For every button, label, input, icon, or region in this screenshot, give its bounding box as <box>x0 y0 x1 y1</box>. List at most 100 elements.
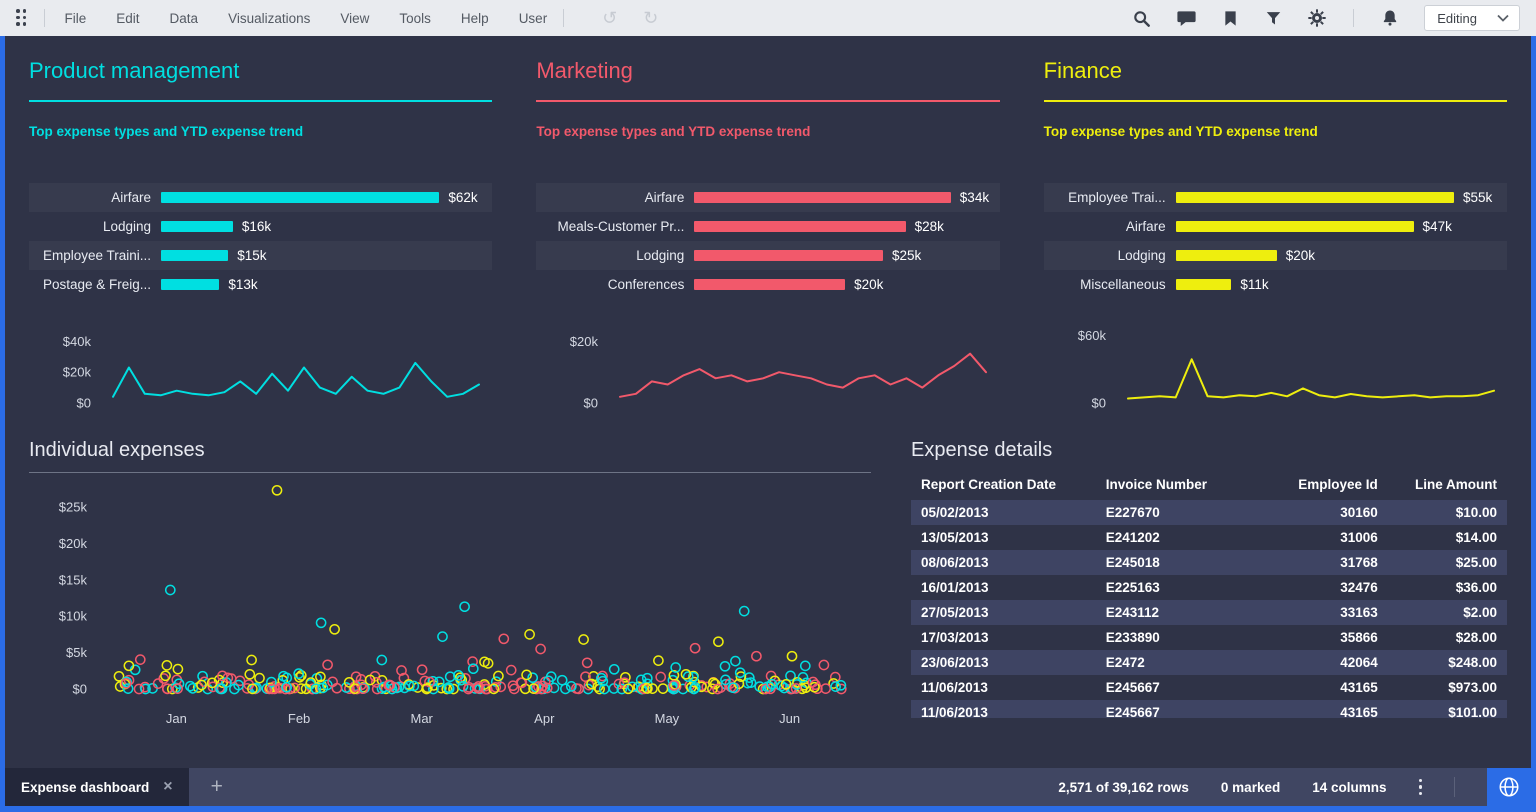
scatter-point[interactable] <box>134 684 143 693</box>
scatter-point[interactable] <box>245 670 254 679</box>
scatter-point[interactable] <box>162 661 171 670</box>
scatter-point[interactable] <box>136 655 145 664</box>
menu-edit[interactable]: Edit <box>116 11 139 26</box>
table-row[interactable]: 11/06/2013E24566743165$101.00 <box>911 700 1507 718</box>
scatter-point[interactable] <box>188 684 197 693</box>
bar[interactable] <box>694 279 845 290</box>
bar-row[interactable]: Meals-Customer Pr...$28k <box>536 212 999 241</box>
line-chart[interactable]: $20k$0 <box>536 319 996 415</box>
table-row[interactable]: 11/06/2013E24566743165$973.00 <box>911 675 1507 700</box>
scatter-point[interactable] <box>752 652 761 661</box>
scatter-point[interactable] <box>691 644 700 653</box>
bar-row[interactable]: Airfare$34k <box>536 183 999 212</box>
scatter-point[interactable] <box>819 660 828 669</box>
scatter-point[interactable] <box>247 655 256 664</box>
scatter-point[interactable] <box>438 632 447 641</box>
scatter-point[interactable] <box>561 684 570 693</box>
scatter-point[interactable] <box>583 658 592 667</box>
bar-row[interactable]: Lodging$20k <box>1044 241 1507 270</box>
menu-view[interactable]: View <box>340 11 369 26</box>
scatter-point[interactable] <box>740 607 749 616</box>
table-row[interactable]: 17/03/2013E23389035866$28.00 <box>911 625 1507 650</box>
scatter-point[interactable] <box>831 673 840 682</box>
notifications-icon[interactable] <box>1380 8 1400 28</box>
scatter-point[interactable] <box>536 644 545 653</box>
comments-icon[interactable] <box>1176 8 1197 29</box>
scatter-point[interactable] <box>801 661 810 670</box>
scatter-point[interactable] <box>809 677 818 686</box>
table-row[interactable]: 23/06/2013E247242064$248.00 <box>911 650 1507 675</box>
scatter-point[interactable] <box>610 665 619 674</box>
bar[interactable] <box>161 192 439 203</box>
undo-icon[interactable]: ↺ <box>602 8 617 29</box>
scatter-point[interactable] <box>787 652 796 661</box>
bar[interactable] <box>161 250 228 261</box>
bar[interactable] <box>1176 250 1277 261</box>
editing-dropdown[interactable]: Editing <box>1424 5 1520 31</box>
globe-box[interactable] <box>1487 768 1531 806</box>
scatter-point[interactable] <box>525 630 534 639</box>
column-header-invoice-number[interactable]: Invoice Number <box>1096 472 1263 500</box>
scatter-point[interactable] <box>161 671 170 680</box>
scatter-point[interactable] <box>507 666 516 675</box>
bar-row[interactable]: Miscellaneous$11k <box>1044 270 1507 299</box>
table-row[interactable]: 13/05/2013E24120231006$14.00 <box>911 525 1507 550</box>
scatter-point[interactable] <box>714 637 723 646</box>
bar[interactable] <box>694 192 950 203</box>
column-header-report-creation-date[interactable]: Report Creation Date <box>911 472 1096 500</box>
scatter-point[interactable] <box>508 681 517 690</box>
bar-row[interactable]: Airfare$62k <box>29 183 492 212</box>
scatter-point[interactable] <box>418 665 427 674</box>
redo-icon[interactable]: ↻ <box>643 8 658 29</box>
page-tab-expense-dashboard[interactable]: Expense dashboard × <box>5 768 189 806</box>
menu-help[interactable]: Help <box>461 11 489 26</box>
bar[interactable] <box>1176 279 1232 290</box>
expense-table[interactable]: Report Creation DateInvoice NumberEmploy… <box>911 472 1507 718</box>
bar-row[interactable]: Postage & Freig...$13k <box>29 270 492 299</box>
bar[interactable] <box>161 221 233 232</box>
bar[interactable] <box>1176 221 1414 232</box>
scatter-plot[interactable]: $25k$20k$15k$10k$5k$0JanFebMarAprMayJun <box>29 477 871 749</box>
scatter-point[interactable] <box>460 602 469 611</box>
search-icon[interactable] <box>1131 8 1152 29</box>
bar-row[interactable]: Employee Traini...$15k <box>29 241 492 270</box>
scatter-point[interactable] <box>330 625 339 634</box>
scatter-point[interactable] <box>173 665 182 674</box>
settings-icon[interactable] <box>1307 8 1327 28</box>
bar[interactable] <box>1176 192 1454 203</box>
scatter-point[interactable] <box>558 676 567 685</box>
scatter-point[interactable] <box>720 662 729 671</box>
menu-user[interactable]: User <box>519 11 548 26</box>
bar[interactable] <box>161 279 219 290</box>
scatter-point[interactable] <box>656 672 665 681</box>
table-row[interactable]: 05/02/2013E22767030160$10.00 <box>911 500 1507 525</box>
filter-icon[interactable] <box>1264 9 1283 28</box>
scatter-point[interactable] <box>377 655 386 664</box>
menu-file[interactable]: File <box>65 11 87 26</box>
scatter-point[interactable] <box>317 618 326 627</box>
scatter-point[interactable] <box>654 656 663 665</box>
menu-data[interactable]: Data <box>170 11 199 26</box>
line-chart[interactable]: $60k$0 <box>1044 319 1504 415</box>
scatter-point[interactable] <box>579 635 588 644</box>
close-tab-icon[interactable]: × <box>163 778 172 796</box>
scatter-point[interactable] <box>323 660 332 669</box>
table-menu-icon[interactable] <box>1419 779 1423 796</box>
scatter-point[interactable] <box>658 684 667 693</box>
bar-row[interactable]: Lodging$25k <box>536 241 999 270</box>
table-row[interactable]: 27/05/2013E24311233163$2.00 <box>911 600 1507 625</box>
bar-row[interactable]: Airfare$47k <box>1044 212 1507 241</box>
scatter-point[interactable] <box>494 671 503 680</box>
column-header-line-amount[interactable]: Line Amount <box>1388 472 1507 500</box>
scatter-point[interactable] <box>731 657 740 666</box>
scatter-point[interactable] <box>166 585 175 594</box>
grip-icon[interactable] <box>16 9 28 27</box>
scatter-point[interactable] <box>272 486 281 495</box>
bar[interactable] <box>694 250 883 261</box>
bar-row[interactable]: Employee Trai...$55k <box>1044 183 1507 212</box>
bookmarks-icon[interactable] <box>1221 9 1240 28</box>
add-page-button[interactable]: + <box>211 775 223 799</box>
bar[interactable] <box>694 221 905 232</box>
bar-row[interactable]: Lodging$16k <box>29 212 492 241</box>
menu-tools[interactable]: Tools <box>399 11 431 26</box>
